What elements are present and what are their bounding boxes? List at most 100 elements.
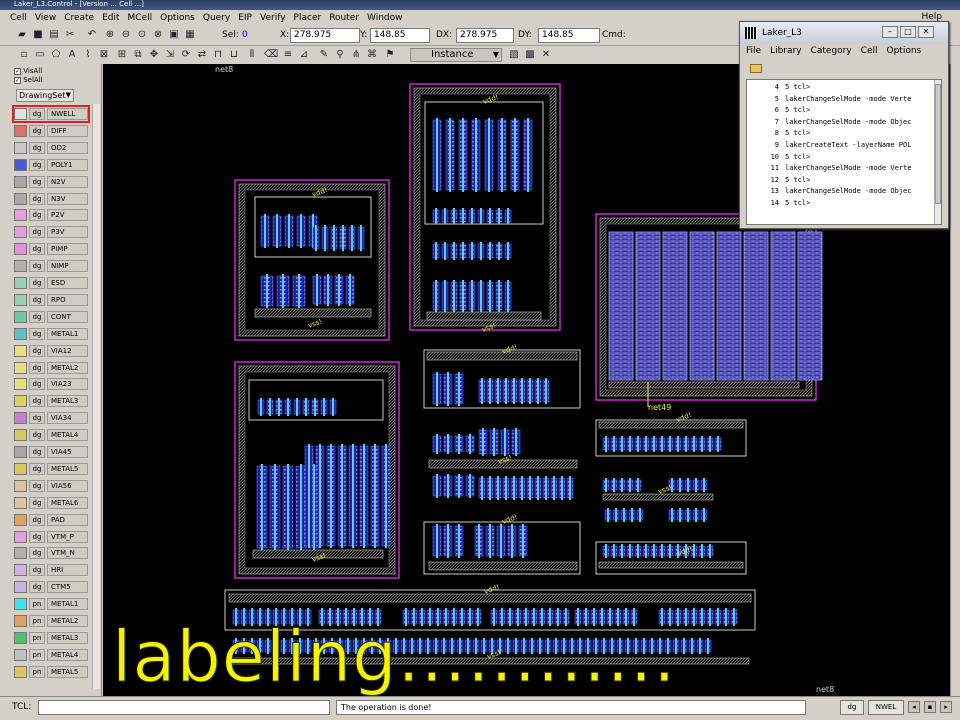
redraw-icon[interactable]: ▣ [168, 29, 180, 41]
layer-swatch[interactable] [14, 378, 27, 391]
layer-swatch[interactable] [14, 446, 27, 458]
status-button-right-icon[interactable]: ▸ [940, 701, 952, 713]
layer-row[interactable]: dg N3V [14, 192, 88, 206]
layer-swatch[interactable] [14, 412, 27, 425]
layer-row[interactable]: dg N2V [14, 175, 88, 189]
layer-row[interactable]: dg OD2 [14, 141, 88, 155]
move-icon[interactable]: ✥ [148, 49, 160, 61]
dx-field[interactable]: 278.975 [456, 28, 514, 43]
menu-verify[interactable]: Verify [260, 13, 286, 23]
menu-cell[interactable]: Cell [861, 46, 878, 60]
menu-cell[interactable]: Cell [10, 13, 27, 23]
layer-swatch[interactable] [14, 277, 27, 289]
layer-row[interactable]: dg METAL6 [14, 496, 88, 510]
cut-icon[interactable]: ✂ [64, 29, 76, 41]
layer-row[interactable]: dg VIA45 [14, 445, 88, 459]
status-button-left-icon[interactable]: ◂ [908, 701, 920, 713]
layer-row[interactable]: dg VTM_N [14, 546, 88, 560]
layer-swatch[interactable] [14, 158, 27, 171]
menu-file[interactable]: File [746, 46, 761, 60]
layer-row[interactable]: pn METAL5 [14, 665, 88, 679]
layer-row[interactable]: pn METAL4 [14, 648, 88, 662]
layer-row[interactable]: dg VIA12 [14, 344, 88, 358]
label-icon[interactable]: ≡ [282, 49, 294, 61]
layer-row[interactable]: dg PIMP [14, 242, 88, 256]
menu-library[interactable]: Library [770, 46, 801, 60]
dy-field[interactable]: 148.85 [538, 28, 600, 43]
layer-row[interactable]: dg DIFF [14, 124, 88, 138]
polygon-icon[interactable]: ⬠ [50, 49, 62, 61]
sel-all-toggle[interactable]: ✓ SelAll [14, 76, 43, 84]
save-icon[interactable]: ■ [32, 29, 44, 41]
layer-row[interactable]: dg NWELL [12, 105, 90, 123]
flip-icon[interactable]: ⇄ [196, 49, 208, 61]
layer-swatch[interactable] [14, 665, 27, 678]
layer-row[interactable]: pn METAL1 [14, 597, 88, 611]
layer-row[interactable]: dg METAL1 [14, 327, 88, 341]
layer-swatch[interactable] [14, 327, 27, 340]
canvas-scrollbar[interactable] [950, 64, 960, 696]
menu-options[interactable]: Options [160, 13, 195, 23]
layer-row[interactable]: dg METAL3 [14, 394, 88, 408]
stretch-icon[interactable]: ⇲ [164, 49, 176, 61]
layer-row[interactable]: dg CTM5 [14, 580, 88, 594]
layer-swatch[interactable] [14, 310, 27, 323]
layer-swatch[interactable] [14, 293, 27, 306]
layer-swatch[interactable] [14, 175, 27, 188]
layer-swatch[interactable] [14, 209, 27, 222]
console-scrollbar[interactable] [934, 80, 941, 224]
console-scroll-thumb[interactable] [935, 84, 941, 204]
zoom-out-icon[interactable]: ⊖ [120, 29, 132, 41]
menu-category[interactable]: Category [811, 46, 852, 60]
edit-mode-dropdown[interactable]: Instance ▼ [410, 48, 502, 62]
layer-row[interactable]: dg METAL2 [14, 361, 88, 375]
layer-swatch[interactable] [14, 631, 27, 644]
merge-icon[interactable]: ⊓ [212, 49, 224, 61]
layer-row[interactable]: dg HRI [14, 563, 88, 577]
layer-row[interactable]: dg METAL5 [14, 462, 88, 476]
layer-swatch[interactable] [14, 260, 27, 273]
layer-swatch[interactable] [14, 598, 27, 611]
layer-row[interactable]: dg P2V [14, 208, 88, 222]
layer-row[interactable]: dg P3V [14, 225, 88, 239]
layer-row[interactable]: pn METAL3 [14, 631, 88, 645]
grid-icon[interactable]: ▦ [184, 29, 196, 41]
status-button-mid-icon[interactable]: ▪ [924, 701, 936, 713]
x-coordinate-field[interactable]: 278.975 [290, 28, 360, 43]
layer-swatch[interactable] [14, 395, 27, 408]
split-icon[interactable]: ⊔ [228, 49, 240, 61]
layer-swatch[interactable] [14, 462, 27, 475]
layer-row[interactable]: dg PAD [14, 513, 88, 527]
layer-swatch[interactable] [14, 124, 27, 137]
menu-options[interactable]: Options [887, 46, 922, 60]
layer-row[interactable]: dg METAL4 [14, 428, 88, 442]
net-icon[interactable]: ⋔ [350, 49, 362, 61]
delete-icon[interactable]: ⌫ [264, 49, 278, 61]
layer-row[interactable]: dg NIMP [14, 259, 88, 273]
print-icon[interactable]: ▤ [48, 29, 60, 41]
menu-edit[interactable]: Edit [102, 13, 119, 23]
layer-swatch[interactable] [14, 648, 27, 661]
layer-row[interactable]: dg ESD [14, 276, 88, 290]
layer-row[interactable]: pn METAL2 [14, 614, 88, 628]
layer-row[interactable]: dg VIA23 [14, 377, 88, 391]
menu-placer[interactable]: Placer [294, 13, 322, 23]
zoom-in-icon[interactable]: ⊕ [104, 29, 116, 41]
close-button[interactable]: ✕ [918, 26, 934, 38]
layer-swatch[interactable] [14, 192, 27, 205]
menu-create[interactable]: Create [64, 13, 94, 23]
layer-row[interactable]: dg POLY1 [14, 158, 88, 172]
undo-icon[interactable]: ↶ [86, 29, 98, 41]
zoom-select-icon[interactable]: ⊗ [152, 29, 164, 41]
layer-swatch[interactable] [14, 547, 27, 560]
layer-swatch[interactable] [14, 344, 27, 357]
layer-row[interactable]: dg VIA56 [14, 479, 88, 493]
binoculars-icon[interactable]: ⌘ [366, 49, 378, 61]
copy-icon[interactable]: ⧉ [132, 49, 144, 61]
layer-swatch[interactable] [14, 361, 27, 374]
layer-swatch[interactable] [14, 564, 27, 577]
folder-icon[interactable] [750, 64, 762, 73]
vis-all-toggle[interactable]: ✓ VisAll [14, 67, 42, 75]
text-icon[interactable]: A [66, 49, 78, 61]
layer-row[interactable]: dg VIA34 [14, 411, 88, 425]
